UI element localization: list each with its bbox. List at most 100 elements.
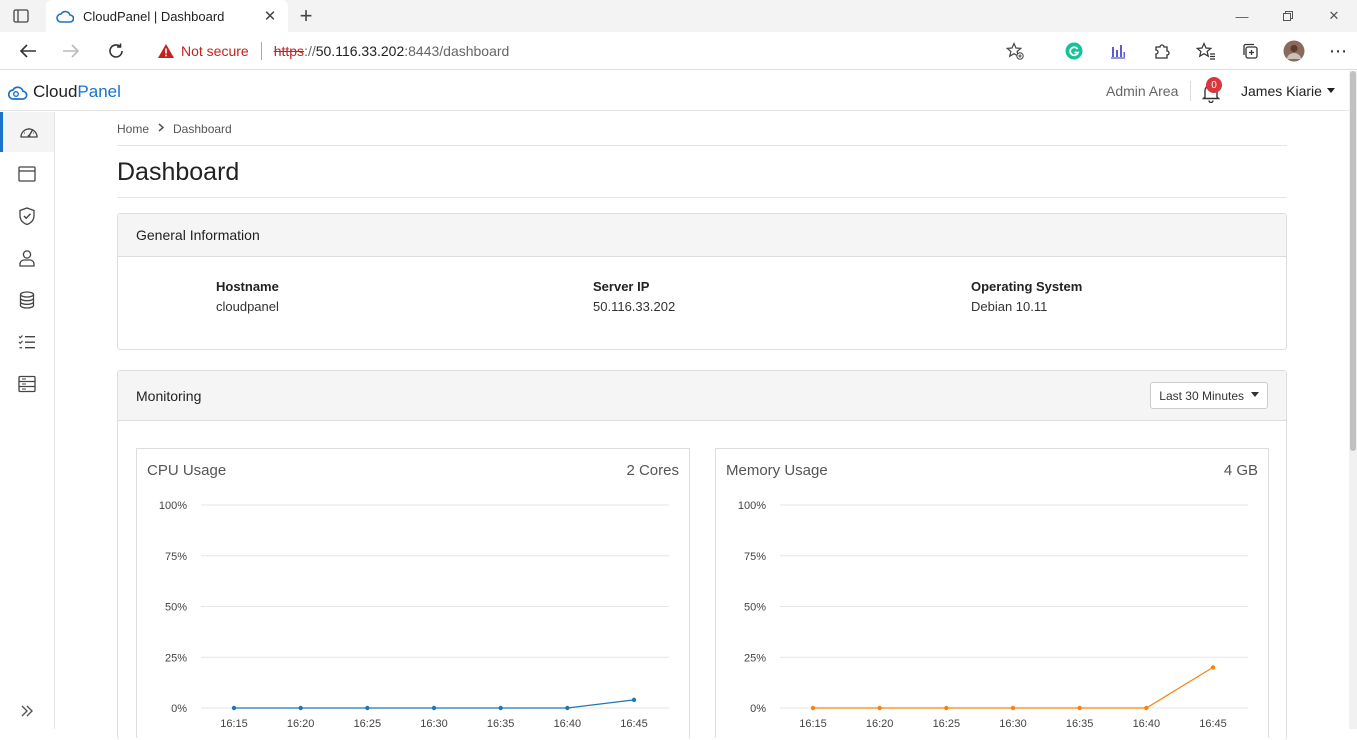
sidebar-item-users[interactable] xyxy=(0,238,54,278)
sidebar-item-server[interactable] xyxy=(0,364,54,404)
x-tick-label: 16:25 xyxy=(933,718,961,730)
warning-icon xyxy=(158,44,174,58)
scrollbar-thumb[interactable] xyxy=(1350,71,1356,451)
sidebar-item-tasks[interactable] xyxy=(0,322,54,362)
y-tick-label: 50% xyxy=(165,602,187,614)
close-icon[interactable]: ✕ xyxy=(262,8,278,25)
refresh-icon[interactable] xyxy=(103,39,129,63)
cpu-chart-plot: 0% 25% 50% 75% 100% 16:15 16:20 16:25 16:30 16:35… xyxy=(159,500,669,730)
new-tab-button[interactable]: + xyxy=(295,5,317,27)
data-point xyxy=(498,705,503,711)
double-chevron-right-icon[interactable] xyxy=(0,693,54,729)
card-title: General Information xyxy=(118,214,1286,257)
profile-avatar-icon[interactable] xyxy=(1272,39,1316,63)
user-menu-dropdown[interactable]: James Kiarie xyxy=(1241,83,1335,99)
y-tick-label: 75% xyxy=(744,551,766,563)
more-options-icon[interactable]: ⋯ xyxy=(1316,39,1357,63)
sites-window-icon xyxy=(18,166,36,182)
user-name: James Kiarie xyxy=(1241,83,1322,99)
tasks-list-icon xyxy=(18,335,35,349)
not-secure-label: Not secure xyxy=(181,43,249,59)
url-text: https://50.116.33.202:8443/dashboard xyxy=(273,43,510,59)
sidebar-item-dashboard[interactable] xyxy=(0,112,54,152)
operating-system-field: Operating System Debian 10.11 xyxy=(971,279,1083,314)
cpu-usage-chart: CPU Usage 2 Cores 0% 25% 50% 75% 100% 16:15 16… xyxy=(136,448,690,738)
data-point xyxy=(431,705,437,711)
restore-button[interactable] xyxy=(1265,0,1311,32)
x-tick-label: 16:30 xyxy=(999,718,1027,730)
y-tick-label: 100% xyxy=(738,500,766,512)
data-point xyxy=(1144,705,1149,711)
collections-icon[interactable] xyxy=(1228,39,1272,63)
y-tick-label: 50% xyxy=(744,602,766,614)
page-scrollbar[interactable] xyxy=(1349,71,1357,729)
page-title: Dashboard xyxy=(117,158,240,186)
cloud-favicon-icon xyxy=(56,7,74,25)
notifications-count-badge: 0 xyxy=(1206,77,1222,93)
grammarly-icon[interactable] xyxy=(1052,39,1096,63)
monitoring-card: Monitoring Last 30 Minutes CPU Usage 2 C… xyxy=(117,370,1287,740)
x-tick-label: 16:35 xyxy=(1066,718,1094,730)
data-point xyxy=(810,705,816,711)
window-close-button[interactable]: ✕ xyxy=(1311,0,1357,32)
server-ip-field: Server IP 50.116.33.202 xyxy=(593,279,676,314)
data-point xyxy=(877,705,882,711)
database-icon xyxy=(19,291,35,309)
users-person-icon xyxy=(19,250,35,267)
tab-title: CloudPanel | Dashboard xyxy=(83,8,225,24)
cloudpanel-logo[interactable]: CloudPanel xyxy=(8,82,121,102)
data-point xyxy=(1210,665,1216,670)
extensions-puzzle-icon[interactable] xyxy=(1140,39,1184,63)
data-point xyxy=(1077,705,1082,711)
app-header: CloudPanel Admin Area 0 James Kiarie xyxy=(0,71,1349,111)
data-point xyxy=(944,705,949,711)
admin-area-link[interactable]: Admin Area xyxy=(1106,83,1178,99)
x-tick-label: 16:45 xyxy=(620,718,648,730)
favorites-star-icon[interactable] xyxy=(1184,39,1228,63)
time-range-dropdown[interactable]: Last 30 Minutes xyxy=(1150,382,1268,409)
y-tick-label: 75% xyxy=(165,551,187,563)
data-point xyxy=(231,705,237,711)
x-tick-label: 16:15 xyxy=(220,718,248,730)
add-favorite-star-icon[interactable] xyxy=(1005,41,1025,61)
data-point xyxy=(365,705,370,711)
memory-chart-plot: 0% 25% 50% 75% 100% 16:15 16:20 16:25 16:30 16:35… xyxy=(738,500,1248,730)
memory-usage-chart: Memory Usage 4 GB 0% 25% 50% 75% 100% 16:15 16… xyxy=(715,448,1269,738)
chevron-right-icon xyxy=(158,123,165,135)
server-rack-icon xyxy=(18,375,36,393)
caret-down-icon xyxy=(1326,87,1335,93)
address-bar[interactable]: Not secure https://50.116.33.202:8443/da… xyxy=(145,36,1037,66)
caret-down-icon xyxy=(1251,392,1259,397)
y-tick-label: 100% xyxy=(159,500,187,512)
hostname-field: Hostname cloudpanel xyxy=(216,279,279,314)
breadcrumb: Home Dashboard xyxy=(117,122,232,136)
y-tick-label: 0% xyxy=(750,703,766,715)
sidebar-item-databases[interactable] xyxy=(0,280,54,320)
forward-arrow-icon[interactable] xyxy=(58,39,84,63)
breadcrumb-home[interactable]: Home xyxy=(117,122,149,136)
minimize-button[interactable]: — xyxy=(1219,0,1265,32)
sidebar xyxy=(0,112,55,729)
series-line xyxy=(813,666,1214,709)
browser-toolbar: Not secure https://50.116.33.202:8443/da… xyxy=(0,32,1357,70)
x-tick-label: 16:20 xyxy=(866,718,894,730)
dashboard-gauge-icon xyxy=(19,128,38,138)
x-tick-label: 16:45 xyxy=(1199,718,1227,730)
y-tick-label: 25% xyxy=(744,652,766,664)
sidebar-item-security[interactable] xyxy=(0,196,54,236)
tab-actions-icon[interactable] xyxy=(12,7,30,25)
cloud-logo-icon xyxy=(8,86,28,100)
security-shield-icon xyxy=(19,207,35,226)
x-tick-label: 16:35 xyxy=(487,718,515,730)
browser-tab[interactable]: CloudPanel | Dashboard ✕ xyxy=(46,0,288,32)
data-point xyxy=(565,705,570,711)
y-tick-label: 25% xyxy=(165,652,187,664)
x-tick-label: 16:25 xyxy=(354,718,382,730)
sidebar-item-sites[interactable] xyxy=(0,154,54,194)
browser-tab-bar: CloudPanel | Dashboard ✕ + — ✕ xyxy=(0,0,1357,32)
data-point xyxy=(631,697,637,703)
x-tick-label: 16:40 xyxy=(554,718,582,730)
x-tick-label: 16:20 xyxy=(287,718,315,730)
analytics-bars-icon[interactable] xyxy=(1096,39,1140,63)
back-arrow-icon[interactable] xyxy=(15,39,41,63)
